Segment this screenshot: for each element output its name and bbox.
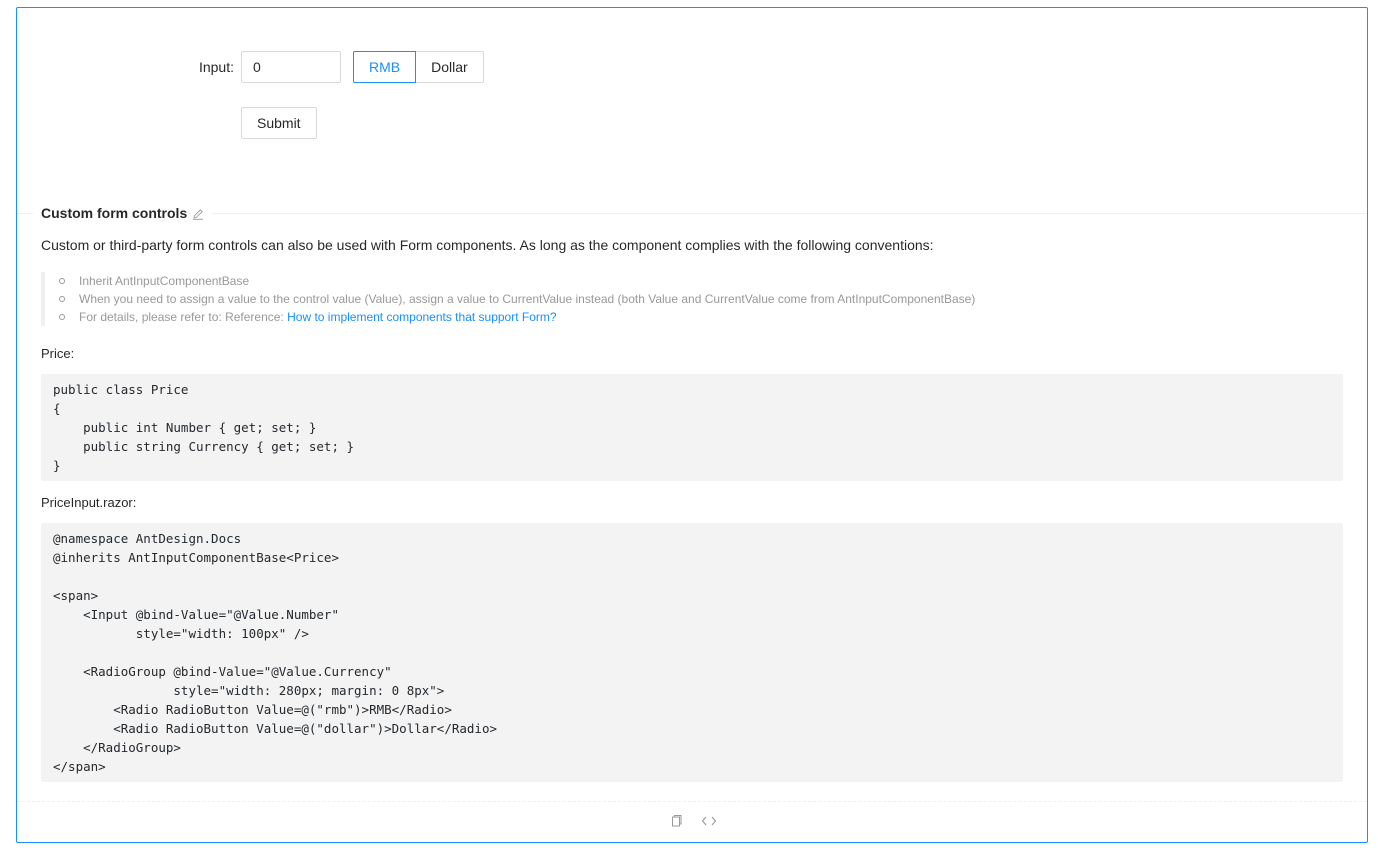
form-row-input: Input: RMB Dollar (17, 51, 1367, 83)
price-label: Price: (41, 346, 75, 361)
code-icon[interactable] (701, 814, 717, 828)
reference-prefix: For details, please refer to: Reference: (79, 310, 288, 324)
demo-card: Input: RMB Dollar Submit Custom form con… (16, 7, 1368, 843)
radio-dollar[interactable]: Dollar (416, 51, 484, 83)
section-title-text: Custom form controls (41, 205, 188, 221)
reference-link[interactable]: How to implement components that support… (287, 310, 556, 324)
section-description: Custom or third-party form controls can … (41, 237, 934, 253)
section-divider (17, 213, 1367, 214)
list-item: When you need to assign a value to the c… (57, 290, 975, 308)
list-item: For details, please refer to: Reference:… (57, 308, 975, 326)
edit-icon[interactable] (192, 207, 204, 220)
input-label: Input: (198, 59, 234, 75)
currency-radio-group: RMB Dollar (353, 51, 484, 83)
copy-icon[interactable] (669, 814, 683, 828)
priceinput-code-block: @namespace AntDesign.Docs @inherits AntI… (41, 523, 1343, 782)
price-code-block: public class Price { public int Number {… (41, 374, 1343, 481)
priceinput-label: PriceInput.razor: (41, 495, 137, 510)
submit-button[interactable]: Submit (241, 107, 317, 139)
list-item: Inherit AntInputComponentBase (57, 272, 975, 290)
number-input[interactable] (241, 51, 341, 83)
actions-divider (17, 801, 1367, 802)
radio-rmb[interactable]: RMB (353, 51, 417, 83)
conventions-quote: Inherit AntInputComponentBase When you n… (41, 272, 975, 326)
code-actions (669, 814, 717, 828)
section-title: Custom form controls (33, 205, 213, 221)
